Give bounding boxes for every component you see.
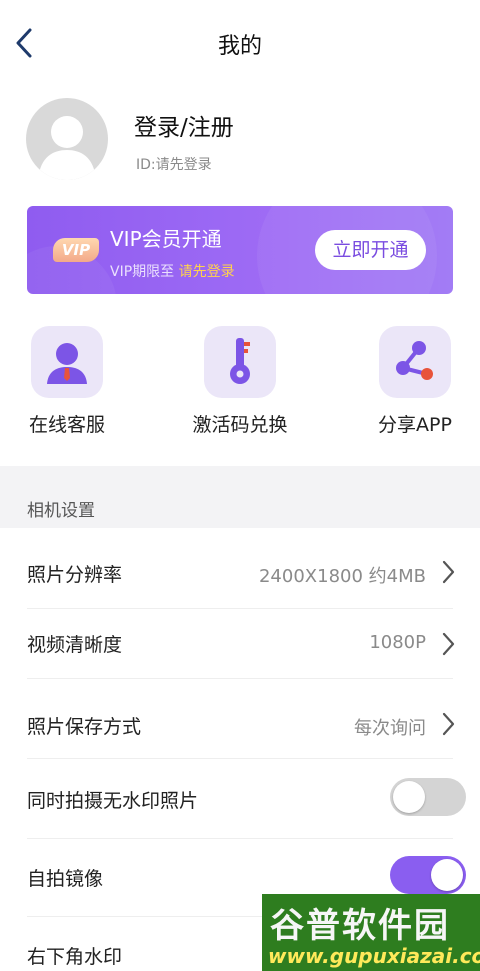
quick-action-label: 分享APP <box>378 414 452 436</box>
setting-label: 照片保存方式 <box>27 716 142 738</box>
key-icon <box>204 326 276 398</box>
vip-expire-value: 请先登录 <box>178 264 235 280</box>
chevron-right-icon <box>440 632 456 656</box>
vip-card[interactable]: VIP VIP会员开通 VIP期限至 请先登录 立即开通 <box>27 206 453 294</box>
page-title: 我的 <box>217 34 262 59</box>
section-title: 相机设置 <box>27 501 95 521</box>
setting-value: 1080P <box>369 632 426 653</box>
share-icon <box>379 326 451 398</box>
vip-title: VIP会员开通 <box>110 227 222 251</box>
setting-row-photo-save-mode[interactable]: 照片保存方式 每次询问 <box>0 678 480 759</box>
customer-service-icon <box>31 326 103 398</box>
setting-label: 照片分辨率 <box>27 564 123 586</box>
vip-expire-text: VIP期限至 请先登录 <box>110 261 235 281</box>
setting-row-no-watermark-photo: 同时拍摄无水印照片 <box>0 758 480 839</box>
no-watermark-toggle[interactable] <box>390 778 466 816</box>
selfie-mirror-toggle[interactable] <box>390 856 466 894</box>
toggle-knob <box>431 859 463 891</box>
setting-row-video-quality[interactable]: 视频清晰度 1080P <box>0 608 480 679</box>
site-watermark-logo: 谷普软件园 www.gupuxiazai.com <box>262 894 480 971</box>
login-register-link[interactable]: 登录/注册 <box>134 108 234 142</box>
setting-row-photo-resolution[interactable]: 照片分辨率 2400X1800 约4MB <box>0 528 480 609</box>
chevron-right-icon <box>440 560 456 584</box>
header: 我的 <box>0 0 480 88</box>
setting-value: 2400X1800 约4MB <box>258 566 426 587</box>
quick-action-label: 激活码兑换 <box>192 414 288 436</box>
vip-badge-icon: VIP <box>53 238 99 262</box>
profile-section[interactable]: 登录/注册 ID:请先登录 <box>0 96 480 196</box>
vip-activate-button[interactable]: 立即开通 <box>315 230 426 270</box>
chevron-right-icon <box>440 712 456 736</box>
vip-expire-prefix: VIP期限至 <box>110 264 175 280</box>
setting-label: 右下角水印 <box>27 946 123 968</box>
quick-actions: 在线客服 激活码兑换 分享APP <box>0 326 480 446</box>
setting-label: 视频清晰度 <box>27 634 123 656</box>
toggle-knob <box>393 781 425 813</box>
quick-action-redeem-code[interactable]: 激活码兑换 <box>175 326 305 437</box>
setting-label: 自拍镜像 <box>27 868 104 890</box>
watermark-url-text: www.gupuxiazai.com <box>268 944 480 968</box>
setting-label: 同时拍摄无水印照片 <box>27 790 199 812</box>
quick-action-share-app[interactable]: 分享APP <box>350 326 480 437</box>
quick-action-customer-service[interactable]: 在线客服 <box>2 326 132 437</box>
user-id-text: ID:请先登录 <box>136 157 212 173</box>
watermark-main-text: 谷普软件园 <box>270 906 450 946</box>
default-avatar-icon[interactable] <box>26 98 108 180</box>
quick-action-label: 在线客服 <box>28 414 105 436</box>
setting-value: 每次询问 <box>354 718 426 739</box>
